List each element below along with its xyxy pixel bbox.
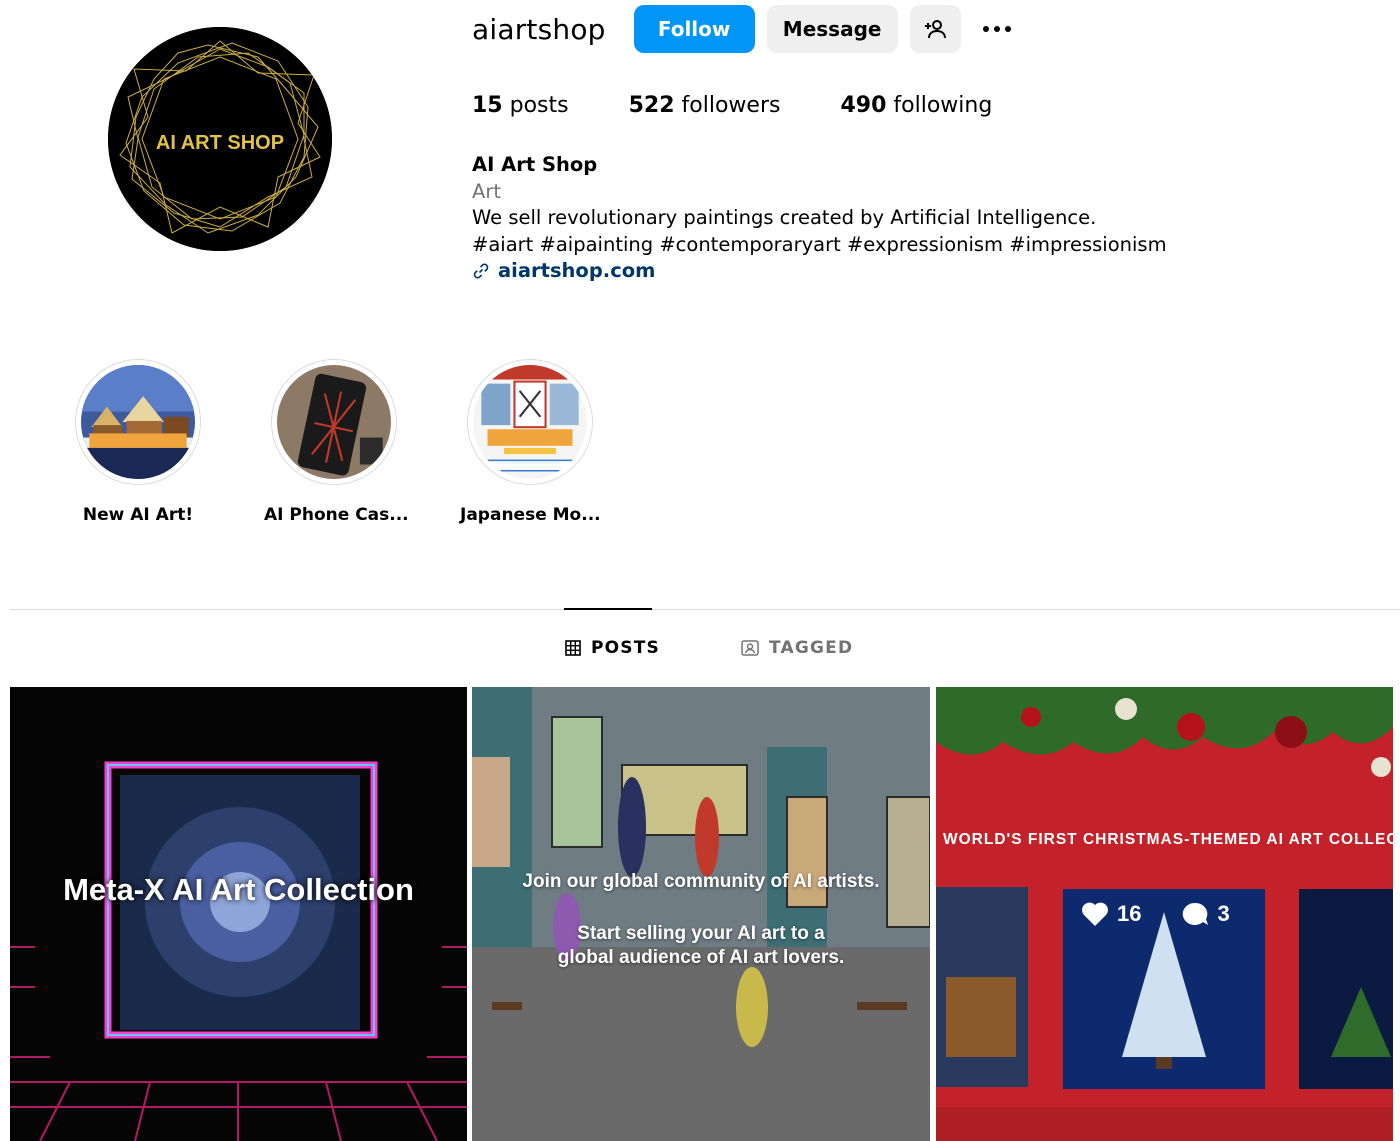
tab-posts-label: POSTS xyxy=(591,638,660,658)
followers-count: 522 xyxy=(628,93,675,118)
message-button[interactable]: Message xyxy=(766,5,898,53)
comments-stat: 3 xyxy=(1181,901,1230,927)
tabs-divider xyxy=(10,609,1400,610)
profile-category: Art xyxy=(472,179,502,203)
tab-tagged[interactable]: TAGGED xyxy=(741,638,853,658)
followers-label: followers xyxy=(681,93,781,118)
posts-count: 15 xyxy=(472,93,503,118)
heart-icon xyxy=(1082,902,1108,926)
post-caption-line-2a: Start selling your AI art to a xyxy=(577,923,825,944)
following-count: 490 xyxy=(840,93,887,118)
tagged-icon xyxy=(741,640,759,656)
add-user-button[interactable] xyxy=(909,5,961,53)
post-thumbnail[interactable]: WORLD'S FIRST CHRISTMAS-THEMED AI ART CO… xyxy=(936,687,1393,1141)
post-caption-overlay: Meta-X AI Art Collection xyxy=(63,872,414,907)
comments-count: 3 xyxy=(1217,901,1230,926)
post-caption-line-2: Start selling your AI art to a global au… xyxy=(472,922,930,970)
bio-link-text[interactable]: aiartshop.com xyxy=(498,258,655,285)
person-add-icon xyxy=(925,20,947,39)
bio-line-1: We sell revolutionary paintings created … xyxy=(472,206,1097,229)
profile-header-row: aiartshop Follow Message xyxy=(472,5,1015,53)
story-highlight[interactable]: Japanese Mo... xyxy=(460,359,601,525)
profile-username[interactable]: aiartshop xyxy=(472,13,606,46)
tab-tagged-label: TAGGED xyxy=(769,638,854,658)
tab-posts[interactable]: POSTS xyxy=(565,638,660,658)
following-label: following xyxy=(893,93,993,118)
active-tab-indicator xyxy=(564,608,652,610)
post-caption-line-2b: global audience of AI art lovers. xyxy=(557,947,845,968)
highlight-cover-image xyxy=(473,365,587,479)
follow-button[interactable]: Follow xyxy=(633,5,755,53)
likes-count: 16 xyxy=(1117,901,1142,926)
highlight-cover-image xyxy=(277,365,391,479)
post-caption-line-1: Join our global community of AI artists. xyxy=(522,871,880,892)
more-dot xyxy=(1004,26,1011,32)
avatar-logo: AI ART SHOP xyxy=(108,27,332,251)
highlight-cover-image xyxy=(81,365,195,479)
story-highlight[interactable]: AI Phone Cas... xyxy=(264,359,409,525)
link-icon xyxy=(473,263,489,279)
profile-bio: AI Art Shop Art We sell revolutionary pa… xyxy=(472,152,1167,285)
bio-link[interactable]: aiartshop.com xyxy=(472,258,1167,285)
bio-line-2[interactable]: #aiart #aipainting #contemporaryart #exp… xyxy=(472,232,1167,259)
post-thumbnail[interactable]: Meta-X AI Art Collection xyxy=(10,687,467,1141)
post-banner-text: WORLD'S FIRST CHRISTMAS-THEMED AI ART CO… xyxy=(943,831,1393,848)
following-stat[interactable]: 490 following xyxy=(840,93,992,118)
more-options-button[interactable] xyxy=(979,5,1015,53)
grid-icon xyxy=(565,640,581,656)
comment-icon xyxy=(1183,902,1209,925)
avatar-logo-text: AI ART SHOP xyxy=(156,132,284,154)
posts-stat: 15 posts xyxy=(472,93,569,118)
post-thumbnail[interactable]: Join our global community of AI artists.… xyxy=(472,687,930,1141)
highlight-label: Japanese Mo... xyxy=(460,505,601,525)
highlight-ring xyxy=(75,359,201,485)
post-image xyxy=(472,687,930,1141)
post-image xyxy=(10,687,467,1141)
highlight-ring xyxy=(271,359,397,485)
more-dots-icon xyxy=(982,26,989,32)
profile-full-name: AI Art Shop xyxy=(472,153,598,176)
more-dot xyxy=(993,26,1000,32)
followers-stat[interactable]: 522 followers xyxy=(629,93,781,118)
posts-label: posts xyxy=(509,93,569,118)
profile-stats: 15 posts 522 followers 490 following xyxy=(472,93,1052,118)
highlight-label: New AI Art! xyxy=(82,505,194,525)
profile-avatar[interactable]: AI ART SHOP xyxy=(108,27,332,251)
highlight-label: AI Phone Cas... xyxy=(264,505,409,525)
highlight-ring xyxy=(467,359,593,485)
likes-stat: 16 xyxy=(1081,901,1141,927)
story-highlight[interactable]: New AI Art! xyxy=(68,359,208,525)
post-hover-stats: 16 3 xyxy=(1081,901,1270,927)
